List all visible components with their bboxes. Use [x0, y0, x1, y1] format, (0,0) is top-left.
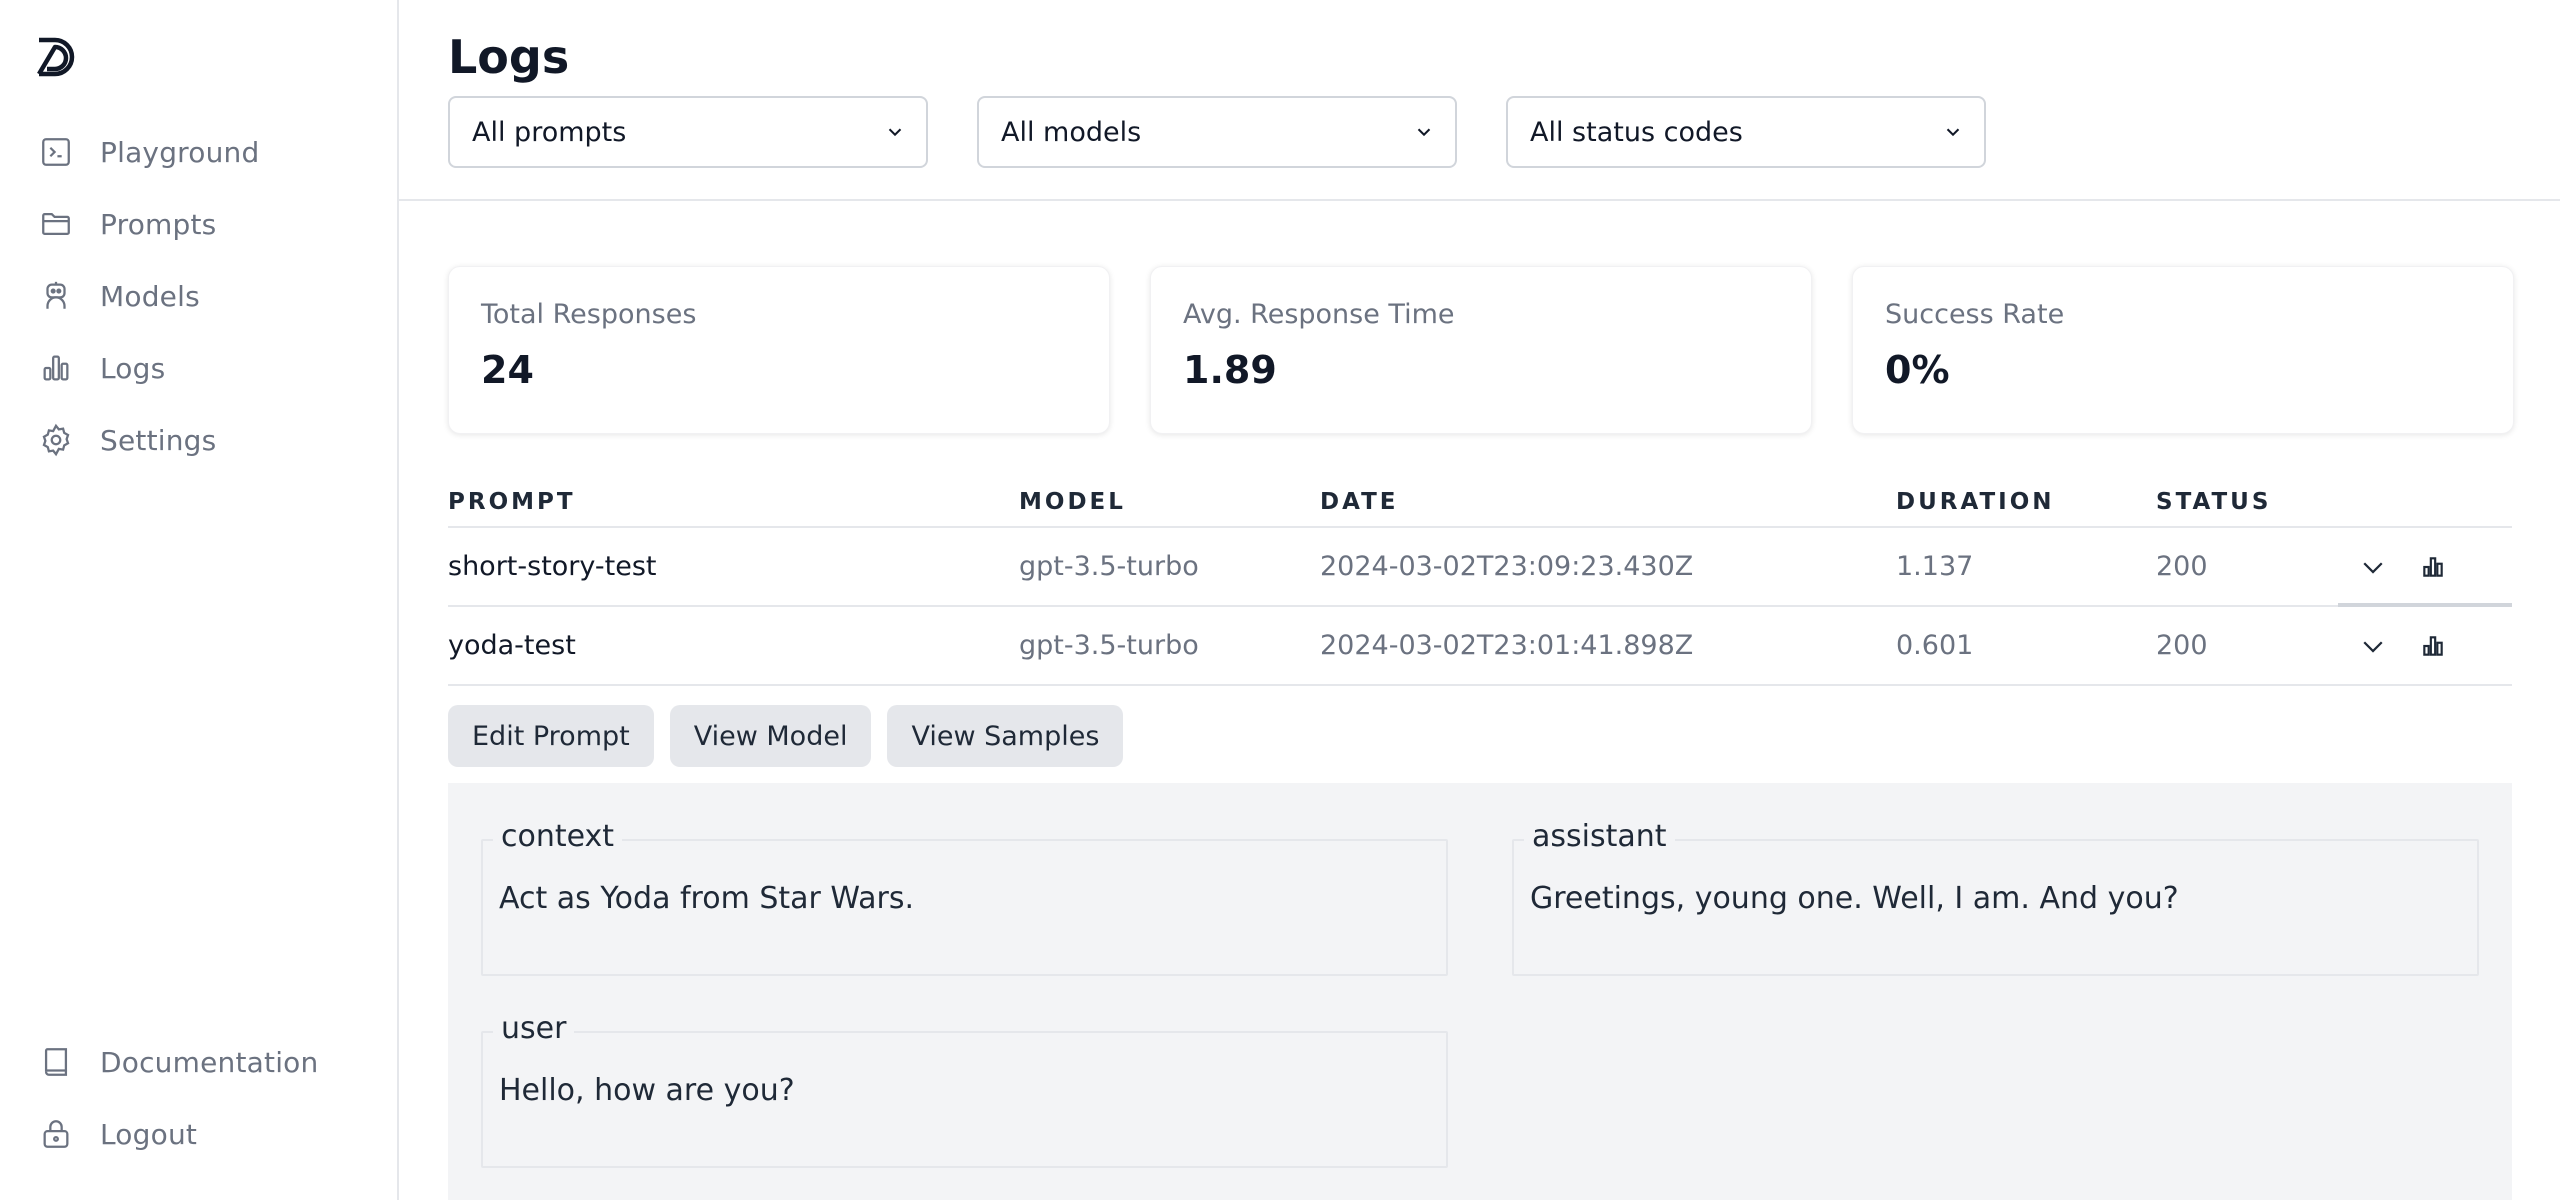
cell-duration: 1.137 — [1896, 551, 1974, 582]
status-filter-select[interactable]: All status codes — [1506, 96, 1986, 168]
robot-icon — [38, 278, 74, 314]
stat-value: 0% — [1885, 348, 1950, 392]
chevron-down-icon — [1946, 128, 1960, 137]
sidebar-item-label: Models — [100, 279, 200, 313]
view-samples-button[interactable]: View Samples — [887, 705, 1124, 767]
cell-date: 2024-03-02T23:09:23.430Z — [1320, 551, 1694, 582]
terminal-icon — [38, 134, 74, 170]
cell-model: gpt-3.5-turbo — [1019, 551, 1199, 582]
sidebar-item-label: Logs — [100, 351, 166, 385]
stat-value: 24 — [481, 348, 534, 392]
sidebar-item-documentation[interactable]: Documentation — [0, 1026, 397, 1098]
model-filter-value: All models — [1001, 116, 1142, 148]
cell-prompt: short-story-test — [448, 551, 657, 582]
chevron-down-icon[interactable] — [2356, 550, 2390, 584]
page-title: Logs — [448, 30, 570, 84]
column-header-duration[interactable]: DURATION — [1896, 489, 2156, 515]
sidebar-nav: Playground Prompts Models Logs Settings — [0, 116, 397, 476]
sidebar-item-settings[interactable]: Settings — [0, 404, 397, 476]
sidebar-item-playground[interactable]: Playground — [0, 116, 397, 188]
bar-chart-icon[interactable] — [2416, 550, 2450, 584]
message-assistant: assistant Greetings, young one. Well, I … — [1512, 819, 2479, 976]
prompt-filter-select[interactable]: All prompts — [448, 96, 928, 168]
model-filter-select[interactable]: All models — [977, 96, 1457, 168]
message-content: Act as Yoda from Star Wars. — [499, 881, 915, 916]
stat-label: Total Responses — [481, 299, 697, 330]
message-role: context — [493, 819, 623, 855]
message-content: Greetings, young one. Well, I am. And yo… — [1530, 881, 2179, 916]
log-detail-panel: context Act as Yoda from Star Wars. assi… — [448, 783, 2512, 1200]
message-role: assistant — [1524, 819, 1675, 855]
book-icon — [38, 1044, 74, 1080]
cell-status: 200 — [2156, 630, 2208, 661]
column-header-prompt[interactable]: PROMPT — [448, 489, 1019, 515]
row-detail-actions: Edit Prompt View Model View Samples — [448, 705, 1124, 767]
view-model-button[interactable]: View Model — [669, 705, 872, 767]
message-role: user — [493, 1011, 575, 1047]
column-header-date[interactable]: DATE — [1320, 489, 1896, 515]
gear-icon — [38, 422, 74, 458]
chevron-down-icon — [1417, 128, 1431, 137]
sidebar: Playground Prompts Models Logs Settings — [0, 0, 399, 1200]
folder-icon — [38, 206, 74, 242]
column-header-status[interactable]: STATUS — [2156, 489, 2338, 515]
main-content: Logs All prompts All models All status c… — [399, 0, 2560, 1200]
row-actions — [2338, 550, 2512, 584]
sidebar-item-label: Settings — [100, 423, 217, 457]
sidebar-bottom-nav: Documentation Logout — [0, 1026, 397, 1170]
message-content: Hello, how are you? — [499, 1073, 795, 1108]
stat-label: Success Rate — [1885, 299, 2065, 330]
status-filter-value: All status codes — [1530, 116, 1743, 148]
cell-model: gpt-3.5-turbo — [1019, 630, 1199, 661]
column-header-model[interactable]: MODEL — [1019, 489, 1320, 515]
table-row[interactable]: short-story-test gpt-3.5-turbo 2024-03-0… — [448, 528, 2512, 607]
edit-prompt-button[interactable]: Edit Prompt — [448, 705, 654, 767]
stat-label: Avg. Response Time — [1183, 299, 1455, 330]
header-divider — [399, 199, 2560, 201]
chevron-down-icon — [888, 128, 902, 137]
lock-icon — [38, 1116, 74, 1152]
table-header: PROMPT MODEL DATE DURATION STATUS — [448, 478, 2512, 528]
sidebar-item-logs[interactable]: Logs — [0, 332, 397, 404]
stat-card-success-rate: Success Rate 0% — [1852, 266, 2514, 434]
sidebar-item-label: Prompts — [100, 207, 217, 241]
stat-card-total-responses: Total Responses 24 — [448, 266, 1110, 434]
message-user: user Hello, how are you? — [481, 1011, 1448, 1168]
stats-row: Total Responses 24 Avg. Response Time 1.… — [448, 266, 2514, 434]
cell-duration: 0.601 — [1896, 630, 1974, 661]
stat-value: 1.89 — [1183, 348, 1277, 392]
sidebar-item-models[interactable]: Models — [0, 260, 397, 332]
cell-status: 200 — [2156, 551, 2208, 582]
bar-chart-icon — [38, 350, 74, 386]
cell-prompt: yoda-test — [448, 630, 576, 661]
row-actions — [2338, 629, 2512, 663]
prompt-filter-value: All prompts — [472, 116, 627, 148]
brand-logo-icon[interactable] — [33, 34, 79, 80]
sidebar-item-logout[interactable]: Logout — [0, 1098, 397, 1170]
sidebar-item-label: Logout — [100, 1117, 198, 1151]
logs-table: PROMPT MODEL DATE DURATION STATUS short-… — [448, 478, 2512, 686]
table-row[interactable]: yoda-test gpt-3.5-turbo 2024-03-02T23:01… — [448, 607, 2512, 686]
cell-date: 2024-03-02T23:01:41.898Z — [1320, 630, 1694, 661]
filter-bar: All prompts All models All status codes — [448, 96, 1986, 168]
chevron-down-icon[interactable] — [2356, 629, 2390, 663]
stat-card-avg-response-time: Avg. Response Time 1.89 — [1150, 266, 1812, 434]
sidebar-item-prompts[interactable]: Prompts — [0, 188, 397, 260]
sidebar-item-label: Playground — [100, 135, 260, 169]
bar-chart-icon[interactable] — [2416, 629, 2450, 663]
sidebar-item-label: Documentation — [100, 1045, 319, 1079]
message-context: context Act as Yoda from Star Wars. — [481, 819, 1448, 976]
